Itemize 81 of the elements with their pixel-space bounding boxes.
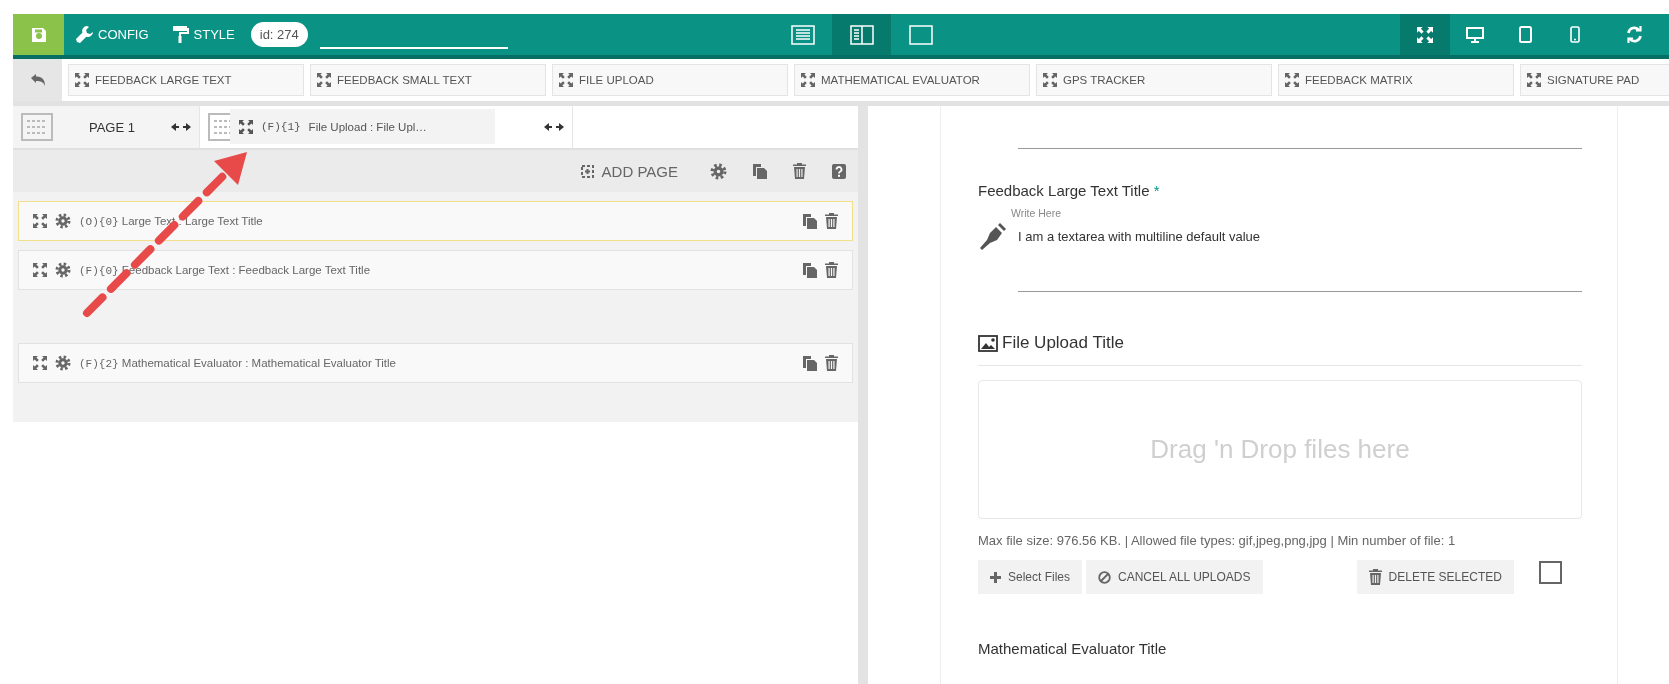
trash-icon[interactable]: [825, 262, 838, 278]
expand-icon: [559, 73, 573, 87]
config-button[interactable]: CONFIG: [64, 14, 161, 55]
component-button[interactable]: GPS TRACKER: [1036, 64, 1272, 96]
cancel-icon: [1098, 570, 1112, 584]
expand-icon: [1285, 73, 1299, 87]
copy-icon[interactable]: [803, 213, 817, 229]
expand-icon: [317, 73, 331, 87]
image-icon: [978, 334, 998, 352]
swap-arrows-icon[interactable]: [171, 122, 191, 132]
trash-icon[interactable]: [825, 213, 838, 229]
view-mode-tab[interactable]: [832, 14, 891, 55]
add-page-button[interactable]: ADD PAGE: [574, 161, 684, 181]
expand-icon: [75, 73, 89, 87]
upload-button[interactable]: CANCEL ALL UPLOADS: [1086, 560, 1263, 594]
page-layout-icon: [21, 113, 53, 141]
component-button[interactable]: FEEDBACK MATRIX: [1278, 64, 1514, 96]
copy-icon[interactable]: [803, 262, 817, 278]
upload-button[interactable]: Select Files: [978, 560, 1083, 594]
field-row[interactable]: (F){2} Mathematical Evaluator : Mathematical Evaluator Title: [18, 343, 853, 383]
upload-button[interactable]: DELETE SELECTED: [1356, 560, 1514, 594]
component-label: GPS TRACKER: [1063, 74, 1146, 86]
field-title: Feedback Large Text Title: [978, 182, 1150, 199]
component-label: MATHEMATICAL EVALUATOR: [821, 74, 980, 86]
floating-label: Write Here: [1011, 207, 1062, 219]
gear-icon[interactable]: [710, 162, 727, 180]
fullscreen-icon: [1417, 26, 1433, 43]
undo-button[interactable]: [13, 59, 62, 101]
gear-icon[interactable]: [55, 262, 71, 278]
component-button[interactable]: FEEDBACK SMALL TEXT: [310, 64, 546, 96]
textarea-value[interactable]: I am a textarea with multiline default value: [1018, 229, 1261, 291]
upload-info: Max file size: 976.56 KB. | Allowed file types: gif,jpeg,png,jpg | Min number of file: 1: [978, 533, 1457, 548]
trash-icon[interactable]: [1368, 569, 1382, 585]
trash-icon[interactable]: [825, 355, 838, 371]
checkbox[interactable]: [1539, 560, 1562, 584]
trash-icon[interactable]: [793, 163, 806, 179]
save-icon: [31, 27, 46, 42]
component-label: SIGNATURE PAD: [1547, 74, 1640, 86]
id-badge: id: 274: [250, 22, 308, 47]
undo-icon: [30, 74, 45, 86]
expand-icon: [33, 263, 47, 277]
desktop-icon[interactable]: [1466, 26, 1484, 43]
help-icon[interactable]: [832, 163, 846, 179]
field-label: (F){2} Mathematical Evaluator : Mathematical Evaluator Title: [79, 356, 397, 370]
expand-icon: [1527, 73, 1541, 87]
style-button[interactable]: STYLE: [160, 14, 247, 55]
component-label: FEEDBACK MATRIX: [1305, 74, 1413, 86]
gear-icon[interactable]: [55, 213, 71, 229]
component-label: FEEDBACK SMALL TEXT: [337, 74, 472, 86]
gear-icon[interactable]: [55, 355, 71, 371]
expand-icon: [239, 119, 253, 134]
refresh-icon[interactable]: [1626, 26, 1643, 43]
plus-icon: [990, 571, 1001, 583]
component-button[interactable]: FEEDBACK LARGE TEXT: [68, 64, 304, 96]
pen-nib-icon: [978, 223, 1006, 251]
field-title: Mathematical Evaluator Title: [978, 640, 1168, 657]
expand-icon: [1043, 73, 1057, 87]
page-tab[interactable]: PAGE 1: [13, 106, 200, 148]
expand-icon: [33, 356, 47, 370]
paint-roller-icon: [172, 26, 189, 43]
split-view-icon[interactable]: [849, 24, 874, 45]
add-page-icon: [580, 164, 594, 178]
swap-arrows-icon[interactable]: [544, 122, 564, 132]
device-tab[interactable]: [1400, 14, 1450, 55]
component-button[interactable]: FILE UPLOAD: [552, 64, 788, 96]
copy-icon[interactable]: [753, 163, 767, 179]
component-label: FEEDBACK LARGE TEXT: [95, 74, 232, 86]
copy-icon[interactable]: [803, 355, 817, 371]
expand-icon: [801, 73, 815, 87]
blank-view-icon[interactable]: [908, 24, 933, 45]
field-title: File Upload Title: [1002, 333, 1124, 353]
component-button[interactable]: SIGNATURE PAD: [1520, 64, 1669, 96]
list-view-icon[interactable]: [790, 24, 815, 45]
required-mark: *: [1153, 182, 1160, 199]
drag-preview-tooltip[interactable]: (F){1} File Upload : File Upl…: [230, 109, 495, 144]
component-button[interactable]: MATHEMATICAL EVALUATOR: [794, 64, 1030, 96]
tablet-icon[interactable]: [1518, 26, 1532, 43]
phone-icon[interactable]: [1570, 26, 1580, 43]
expand-icon: [33, 214, 47, 228]
wrench-icon: [76, 26, 93, 43]
component-label: FILE UPLOAD: [579, 74, 654, 86]
